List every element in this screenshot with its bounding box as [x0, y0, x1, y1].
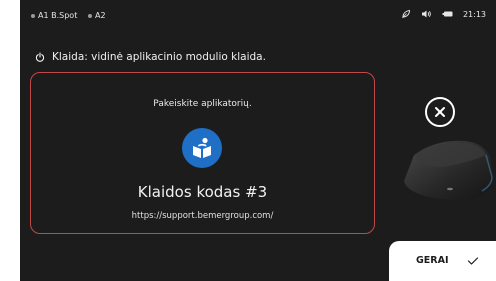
applicator-2-label: A2 — [95, 11, 106, 20]
applicator-device-image — [398, 137, 496, 207]
speaker-icon[interactable] — [421, 9, 432, 19]
clock: 21:13 — [462, 9, 486, 19]
applicator-2-dot — [88, 13, 92, 18]
applicator-2-indicator: A2 — [88, 11, 106, 20]
leaf-icon — [401, 9, 411, 19]
error-code: Klaidos kodas #3 — [137, 183, 268, 201]
applicator-1-label: A1 B.Spot — [38, 11, 78, 20]
error-dialog: Pakeiskite aplikatorių. Klaidos kodas #3… — [30, 72, 375, 234]
close-icon — [435, 107, 445, 117]
manual-book-icon — [182, 128, 222, 168]
status-bar: A1 B.Spot A2 21:13 — [20, 0, 496, 34]
support-url[interactable]: https://support.bemergroup.com/ — [31, 211, 374, 221]
check-icon — [467, 257, 479, 265]
instruction-text: Pakeiskite aplikatorių. — [153, 99, 252, 109]
ok-button[interactable]: GERAI — [389, 241, 496, 281]
applicator-1-indicator: A1 B.Spot — [31, 11, 77, 20]
close-button[interactable] — [425, 97, 455, 127]
status-icons: 21:13 — [401, 9, 486, 19]
device-screen: A1 B.Spot A2 21:13 Klaida: vidinė aplika… — [20, 0, 496, 281]
applicator-1-dot — [31, 13, 35, 18]
error-message-row: Klaida: vidinė aplikacinio modulio klaid… — [35, 51, 266, 63]
power-icon — [35, 52, 45, 62]
error-message: Klaida: vidinė aplikacinio modulio klaid… — [52, 51, 266, 63]
battery-icon — [442, 10, 453, 18]
ok-button-label: GERAI — [416, 255, 449, 266]
